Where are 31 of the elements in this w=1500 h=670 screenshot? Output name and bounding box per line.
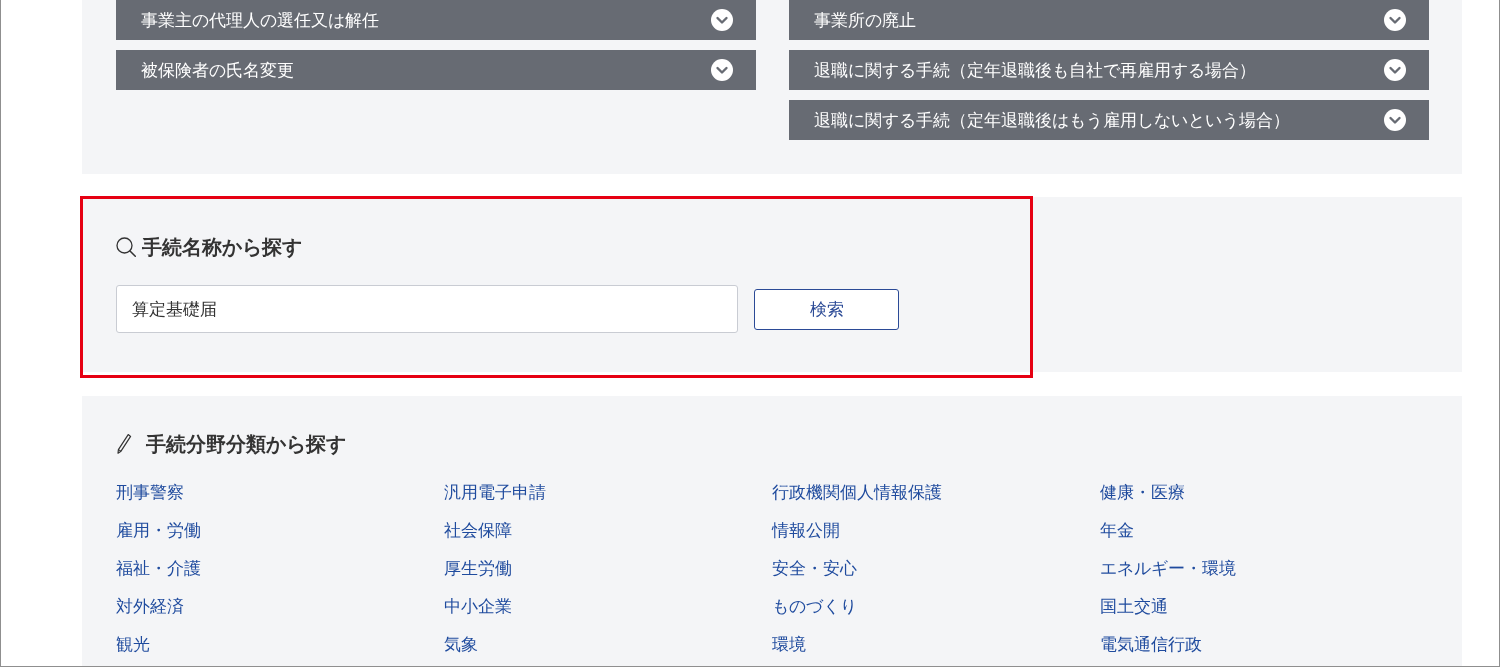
category-link[interactable]: 汎用電子申請 <box>444 480 546 504</box>
search-button[interactable]: 検索 <box>754 288 899 330</box>
category-link[interactable]: 社会保障 <box>444 518 512 542</box>
category-link[interactable]: 電気通信行政 <box>1100 632 1202 656</box>
accordion-item[interactable]: 被保険者の氏名変更 <box>116 50 756 90</box>
category-link[interactable]: ものづくり <box>772 594 857 618</box>
category-link[interactable]: 環境 <box>772 632 806 656</box>
accordion-item[interactable]: 事業主の代理人の選任又は解任 <box>116 0 756 40</box>
category-link[interactable]: 対外経済 <box>116 594 184 618</box>
pencil-icon <box>116 433 132 455</box>
category-link[interactable]: 気象 <box>444 632 478 656</box>
category-link[interactable]: 健康・医療 <box>1100 480 1185 504</box>
accordion-item[interactable]: 事業所の廃止 <box>789 0 1429 40</box>
category-link[interactable]: 福祉・介護 <box>116 556 201 580</box>
section-heading: 手続分野分類から探す <box>146 432 346 456</box>
category-link[interactable]: 雇用・労働 <box>116 518 201 542</box>
category-link[interactable]: 安全・安心 <box>772 556 857 580</box>
search-icon <box>116 237 136 257</box>
category-link[interactable]: 中小企業 <box>444 594 512 618</box>
category-link[interactable]: エネルギー・環境 <box>1100 556 1236 580</box>
search-field[interactable]: 算定基礎届 <box>116 285 738 333</box>
category-link[interactable]: 年金 <box>1100 518 1134 542</box>
category-link[interactable]: 厚生労働 <box>444 556 512 580</box>
category-link[interactable]: 行政機関個人情報保護 <box>772 480 942 504</box>
section-heading: 手続名称から探す <box>142 235 302 259</box>
accordion-item[interactable]: 退職に関する手続（定年退職後はもう雇用しないという場合） <box>789 100 1429 140</box>
category-link[interactable]: 国土交通 <box>1100 594 1168 618</box>
category-link[interactable]: 観光 <box>116 632 150 656</box>
accordion-item[interactable]: 退職に関する手続（定年退職後も自社で再雇用する場合） <box>789 50 1429 90</box>
category-link[interactable]: 情報公開 <box>772 518 840 542</box>
category-link[interactable]: 刑事警察 <box>116 480 184 504</box>
